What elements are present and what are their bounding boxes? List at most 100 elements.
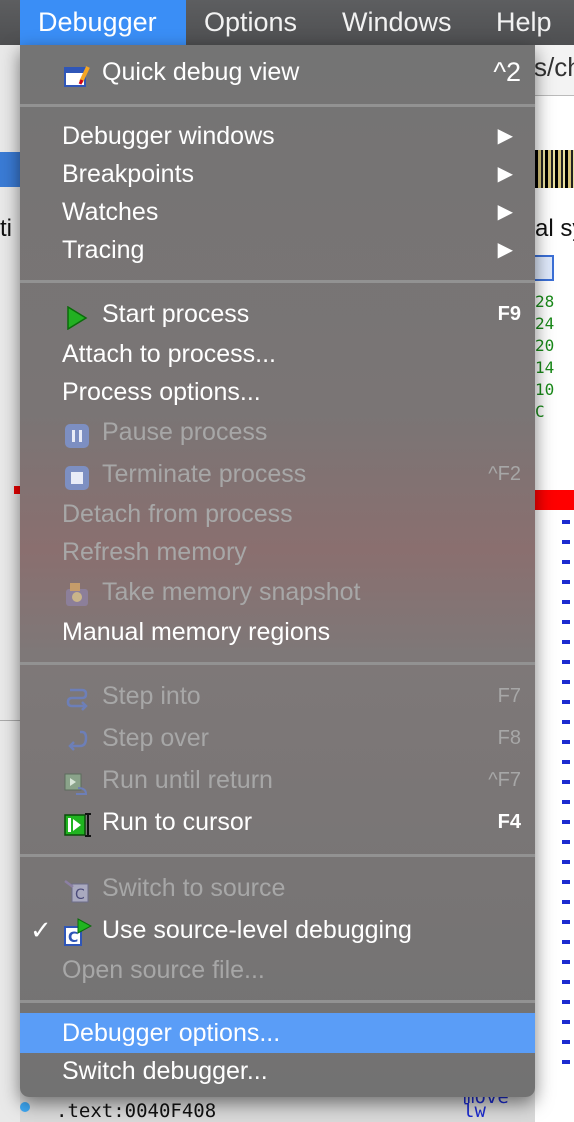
- pause-icon: [64, 420, 90, 448]
- menu-separator: [20, 854, 535, 857]
- menu-item-label: Step over: [102, 724, 210, 752]
- shortcut-label: ^2: [493, 57, 521, 87]
- menu-separator: [20, 1000, 535, 1003]
- menu-item-watches[interactable]: Watches ▶: [20, 192, 535, 232]
- menu-item-attach-to-process[interactable]: Attach to process...: [20, 334, 535, 374]
- menubar-help[interactable]: Help: [478, 0, 570, 45]
- background-left-panel: [0, 45, 20, 1122]
- menu-item-run-to-cursor[interactable]: Run to cursor F4: [20, 802, 535, 842]
- run-to-cursor-icon: [64, 810, 91, 837]
- menu-separator: [20, 662, 535, 665]
- shortcut-label: ^F7: [488, 769, 521, 791]
- submenu-arrow-icon: ▶: [497, 125, 513, 147]
- submenu-arrow-icon: ▶: [497, 239, 513, 261]
- menu-item-label: Manual memory regions: [62, 618, 331, 646]
- menu-item-detach-from-process[interactable]: Detach from process: [20, 494, 535, 534]
- menu-item-pause-process[interactable]: Pause process: [20, 412, 535, 452]
- menubar-options[interactable]: Options: [186, 0, 315, 45]
- menu-item-label: Open source file...: [62, 956, 265, 984]
- menu-item-label: Terminate process: [102, 460, 307, 488]
- menubar-windows[interactable]: Windows: [324, 0, 470, 45]
- background-hex-value: 20: [535, 336, 555, 355]
- debugger-menu: Quick debug view ^2 Debugger windows ▶ B…: [20, 45, 535, 1097]
- menu-item-label: Refresh memory: [62, 538, 247, 566]
- menu-item-quick-debug-view[interactable]: Quick debug view ^2: [20, 52, 535, 92]
- menu-item-label: Take memory snapshot: [102, 578, 361, 606]
- menu-item-label: Quick debug view: [102, 58, 300, 86]
- menu-item-process-options[interactable]: Process options...: [20, 372, 535, 412]
- menu-item-label: Detach from process: [62, 500, 293, 528]
- background-breakpoint-line: [535, 490, 574, 510]
- menu-item-label: Use source-level debugging: [102, 916, 412, 944]
- menu-item-use-source-level-debugging[interactable]: ✓ C Use source-level debugging: [20, 910, 535, 950]
- menu-item-tracing[interactable]: Tracing ▶: [20, 230, 535, 270]
- menu-item-label: Step into: [102, 682, 201, 710]
- shortcut-label: F8: [497, 727, 521, 749]
- camera-icon: [64, 580, 90, 606]
- quick-debug-view-icon: [64, 60, 90, 87]
- background-navigation-band: [535, 150, 574, 188]
- menu-item-label: Attach to process...: [62, 340, 276, 368]
- svg-text:C: C: [68, 930, 78, 946]
- submenu-arrow-icon: ▶: [497, 163, 513, 185]
- background-hex-value: 14: [535, 358, 555, 377]
- menu-item-label: Pause process: [102, 418, 268, 446]
- menu-item-label: Debugger options...: [62, 1019, 281, 1047]
- menu-item-label: Run to cursor: [102, 808, 253, 836]
- menu-item-switch-debugger[interactable]: Switch debugger...: [20, 1051, 535, 1091]
- menu-item-label: Breakpoints: [62, 160, 195, 188]
- menu-item-label: Debugger windows: [62, 122, 275, 150]
- background-tab-text: s/ch: [534, 52, 574, 82]
- background-left-text: ti: [0, 215, 12, 242]
- menu-item-step-into[interactable]: Step into F7: [20, 676, 535, 716]
- menu-item-terminate-process[interactable]: Terminate process ^F2: [20, 454, 535, 494]
- submenu-arrow-icon: ▶: [497, 201, 513, 223]
- background-divider: [0, 720, 20, 721]
- menu-item-breakpoints[interactable]: Breakpoints ▶: [20, 154, 535, 194]
- menu-item-refresh-memory[interactable]: Refresh memory: [20, 532, 535, 572]
- background-current-line-dot: [20, 1102, 30, 1112]
- background-right-text: al sy: [535, 215, 574, 242]
- menu-item-label: Watches: [62, 198, 159, 226]
- menu-item-label: Switch debugger...: [62, 1057, 268, 1085]
- source-debugging-icon: C: [64, 918, 93, 946]
- menu-item-step-over[interactable]: Step over F8: [20, 718, 535, 758]
- shortcut-label: F7: [497, 685, 521, 707]
- menu-item-label: Tracing: [62, 236, 145, 264]
- menu-item-manual-memory-regions[interactable]: Manual memory regions: [20, 612, 535, 652]
- switch-to-source-icon: C: [64, 876, 90, 903]
- background-dotted-column: [562, 520, 570, 1080]
- menu-item-run-until-return[interactable]: Run until return ^F7: [20, 760, 535, 800]
- menu-separator: [20, 104, 535, 107]
- menu-item-label: Process options...: [62, 378, 261, 406]
- background-hex-value: 24: [535, 314, 555, 333]
- menubar-debugger[interactable]: Debugger: [20, 0, 186, 45]
- background-hex-value: 10: [535, 380, 555, 399]
- step-over-icon: [64, 726, 90, 751]
- menu-item-start-process[interactable]: Start process F9: [20, 294, 535, 334]
- menu-item-debugger-options[interactable]: Debugger options...: [20, 1013, 535, 1053]
- menu-item-take-memory-snapshot[interactable]: Take memory snapshot: [20, 572, 535, 612]
- step-into-icon: [64, 684, 90, 711]
- menu-item-label: Run until return: [102, 766, 273, 794]
- svg-text:C: C: [75, 887, 85, 903]
- background-address: .text:0040F408: [56, 1100, 217, 1122]
- background-blue-strip: [0, 152, 20, 187]
- menu-item-debugger-windows[interactable]: Debugger windows ▶: [20, 116, 535, 156]
- shortcut-label: F4: [497, 811, 521, 833]
- menu-item-label: Start process: [102, 300, 250, 328]
- menu-item-label: Switch to source: [102, 874, 286, 902]
- menubar: Debugger Options Windows Help: [0, 0, 574, 45]
- checkmark-icon: ✓: [30, 915, 52, 945]
- shortcut-label: ^F2: [488, 463, 521, 485]
- run-until-return-icon: [64, 768, 90, 795]
- play-icon: [64, 302, 90, 331]
- background-hex-value: 28: [535, 292, 555, 311]
- background-hex-value: C: [535, 402, 545, 421]
- menu-item-open-source-file[interactable]: Open source file...: [20, 950, 535, 990]
- stop-icon: [64, 462, 90, 490]
- background-instruction: lw: [463, 1100, 486, 1122]
- menu-item-switch-to-source[interactable]: C Switch to source: [20, 868, 535, 908]
- shortcut-label: F9: [497, 303, 521, 325]
- menu-separator: [20, 280, 535, 283]
